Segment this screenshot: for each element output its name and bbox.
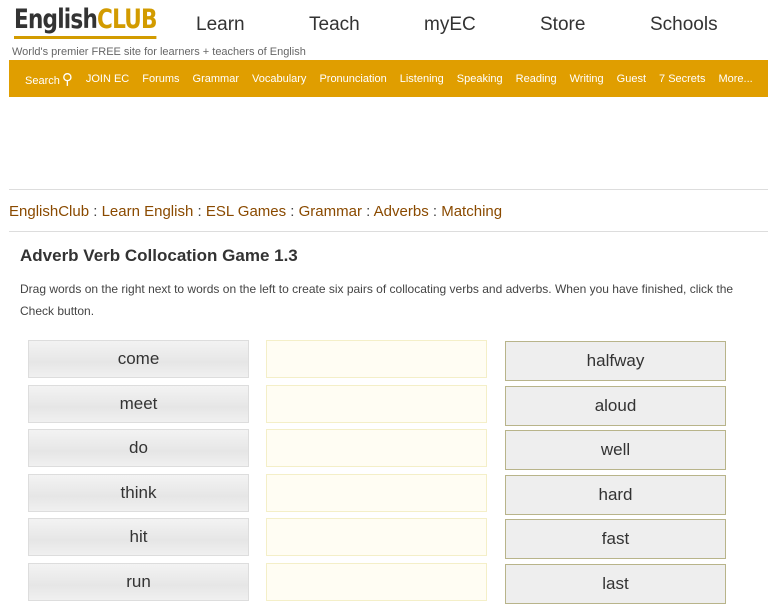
- drop-target[interactable]: [266, 384, 487, 423]
- verb-column: come meet do think hit run: [28, 340, 249, 607]
- nav-writing[interactable]: Writing: [570, 73, 604, 85]
- verb-item: hit: [28, 518, 249, 556]
- search-icon: ⚲: [61, 70, 73, 88]
- drop-column: [266, 340, 487, 607]
- breadcrumb-link[interactable]: Grammar: [299, 203, 362, 220]
- nav-vocabulary[interactable]: Vocabulary: [252, 73, 306, 85]
- breadcrumb-link[interactable]: Learn English: [102, 203, 194, 220]
- breadcrumb-link[interactable]: Matching: [441, 203, 502, 220]
- instructions: Drag words on the right next to words on…: [20, 282, 734, 318]
- nav-more[interactable]: More...: [718, 73, 752, 85]
- breadcrumb-link[interactable]: ESL Games: [206, 203, 286, 220]
- topnav-teach[interactable]: Teach: [309, 14, 360, 36]
- topnav-learn[interactable]: Learn: [196, 14, 245, 36]
- nav-search[interactable]: Search ⚲: [25, 70, 73, 88]
- draggable-adverb[interactable]: last: [505, 563, 726, 604]
- page-title: Adverb Verb Collocation Game 1.3: [20, 246, 298, 265]
- verb-item: run: [28, 562, 249, 601]
- nav-join[interactable]: JOIN EC: [86, 73, 129, 85]
- adverb-column: halfway aloud well hard fast last: [505, 341, 726, 608]
- draggable-adverb[interactable]: halfway: [505, 341, 726, 381]
- nav-speaking[interactable]: Speaking: [457, 73, 503, 85]
- draggable-adverb[interactable]: aloud: [505, 385, 726, 426]
- main-nav: Search ⚲ JOIN EC Forums Grammar Vocabular…: [9, 60, 768, 97]
- drop-target[interactable]: [266, 429, 487, 467]
- breadcrumb-link[interactable]: Adverbs: [374, 203, 429, 220]
- divider: [9, 189, 768, 190]
- nav-reading[interactable]: Reading: [516, 73, 557, 85]
- drop-target[interactable]: [266, 518, 487, 556]
- nav-listening[interactable]: Listening: [400, 73, 444, 85]
- nav-7-secrets[interactable]: 7 Secrets: [659, 73, 705, 85]
- verb-item: meet: [28, 384, 249, 423]
- verb-item: think: [28, 473, 249, 512]
- verb-item: come: [28, 340, 249, 378]
- tagline: World's premier FREE site for learners +…: [12, 46, 306, 58]
- drop-target[interactable]: [266, 473, 487, 512]
- breadcrumb-link[interactable]: EnglishClub: [9, 203, 89, 220]
- draggable-adverb[interactable]: well: [505, 430, 726, 470]
- topnav-myec[interactable]: myEC: [424, 14, 476, 36]
- drop-target[interactable]: [266, 562, 487, 601]
- nav-pronunciation[interactable]: Pronunciation: [319, 73, 386, 85]
- topnav-schools[interactable]: Schools: [650, 14, 718, 36]
- logo[interactable]: EnglishCLUB: [14, 4, 157, 39]
- nav-grammar[interactable]: Grammar: [193, 73, 239, 85]
- breadcrumb: EnglishClub : Learn English : ESL Games …: [9, 203, 503, 220]
- nav-guest[interactable]: Guest: [617, 73, 646, 85]
- draggable-adverb[interactable]: fast: [505, 519, 726, 559]
- verb-item: do: [28, 429, 249, 467]
- divider: [9, 231, 768, 232]
- drop-target[interactable]: [266, 340, 487, 378]
- draggable-adverb[interactable]: hard: [505, 474, 726, 515]
- nav-forums[interactable]: Forums: [142, 73, 179, 85]
- topnav-store[interactable]: Store: [540, 14, 585, 36]
